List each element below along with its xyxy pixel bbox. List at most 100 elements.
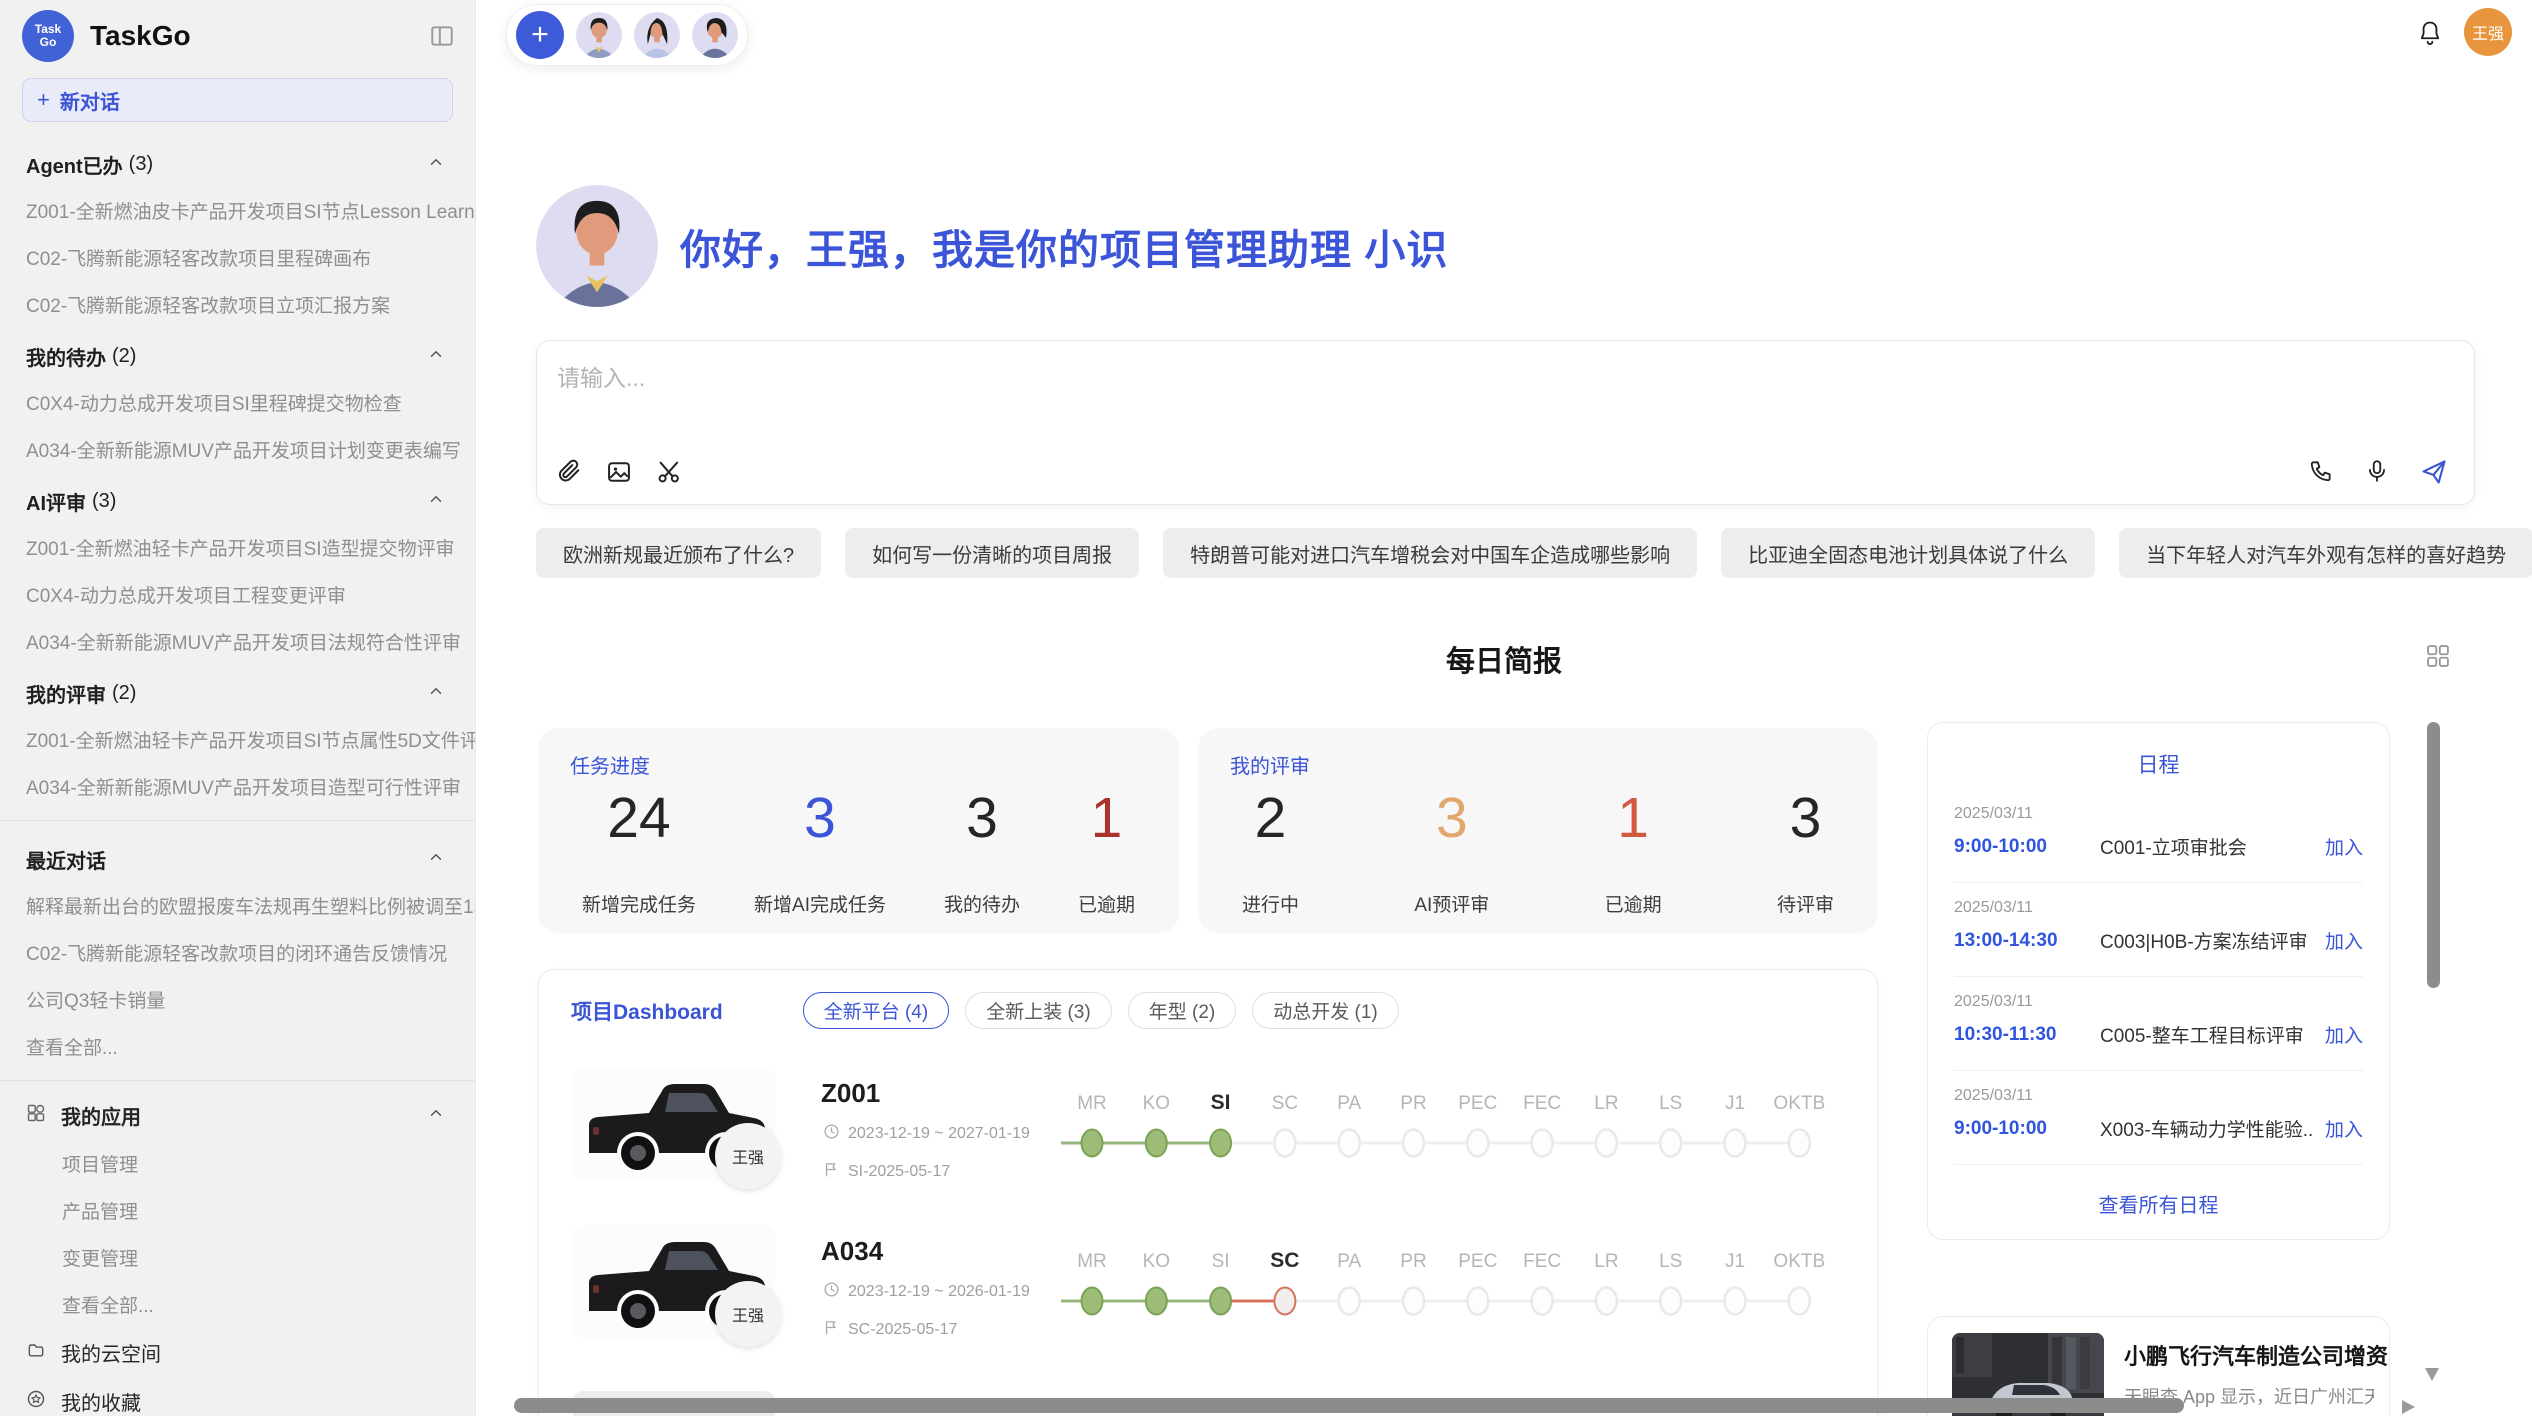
section-count: (3) xyxy=(129,153,153,176)
project-row[interactable]: 王强A0342023-12-19 ~ 2026-01-19SC-2025-05-… xyxy=(539,1217,1878,1375)
project-row[interactable]: 王强Z0012023-12-19 ~ 2027-01-19SI-2025-05-… xyxy=(539,1059,1878,1217)
sidebar-task-item[interactable]: Z001-全新燃油皮卡产品开发项目SI节点Lesson Learn报告 xyxy=(0,187,475,234)
project-code: Z001 xyxy=(821,1078,880,1109)
divider xyxy=(0,1080,475,1081)
sidebar-task-item[interactable]: C02-飞腾新能源轻客改款项目立项汇报方案 xyxy=(0,281,475,328)
dashboard-tab[interactable]: 动总开发 (1) xyxy=(1252,992,1399,1029)
image-icon[interactable] xyxy=(605,458,633,486)
sidebar-app-item[interactable]: 产品管理 xyxy=(0,1187,475,1234)
new-chat-button[interactable]: + 新对话 xyxy=(22,78,453,122)
svg-text:SI: SI xyxy=(1211,1091,1231,1114)
join-meeting-link[interactable]: 加入 xyxy=(2315,927,2363,954)
join-meeting-link[interactable]: 加入 xyxy=(2315,833,2363,860)
svg-text:KO: KO xyxy=(1143,1251,1170,1272)
sidebar-recent-item[interactable]: 公司Q3轻卡销量 xyxy=(0,976,475,1023)
agent-avatar-1[interactable] xyxy=(576,12,622,58)
scissors-icon[interactable] xyxy=(655,458,683,486)
flag-icon xyxy=(823,1161,840,1183)
sidebar-task-item[interactable]: Z001-全新燃油轻卡产品开发项目SI节点属性5D文件评审 xyxy=(0,716,475,763)
dashboard-tab[interactable]: 全新上装 (3) xyxy=(965,992,1112,1029)
stat-value: 3 xyxy=(1436,786,1468,850)
svg-text:PR: PR xyxy=(1400,1251,1426,1272)
sidebar-section-header[interactable]: Agent已办(3) xyxy=(0,136,475,187)
suggestion-chip[interactable]: 欧洲新规最近颁布了什么? xyxy=(536,528,821,578)
stat-columns: 2进行中3AI预评审1已逾期3待评审 xyxy=(1198,786,1878,917)
dashboard-tab[interactable]: 年型 (2) xyxy=(1128,992,1237,1029)
phone-call-icon[interactable] xyxy=(2308,458,2336,486)
daily-briefing-title: 每日简报 xyxy=(476,638,2532,680)
horizontal-scrollbar-arrow[interactable] xyxy=(2402,1400,2415,1414)
chevron-up-icon xyxy=(427,682,445,706)
svg-text:MR: MR xyxy=(1077,1093,1107,1114)
svg-text:PA: PA xyxy=(1337,1093,1361,1114)
clock-icon xyxy=(823,1281,840,1303)
sidebar-cloud-space[interactable]: 我的云空间 xyxy=(0,1328,475,1377)
sidebar-task-item[interactable]: C0X4-动力总成开发项目SI里程碑提交物检查 xyxy=(0,379,475,426)
sidebar-task-item[interactable]: A034-全新新能源MUV产品开发项目造型可行性评审 xyxy=(0,763,475,810)
user-avatar[interactable]: 王强 xyxy=(2464,8,2512,56)
sidebar-app-item[interactable]: 项目管理 xyxy=(0,1140,475,1187)
sidebar-recent-item[interactable]: 解释最新出台的欧盟报废车法规再生塑料比例被调至15%... xyxy=(0,882,475,929)
sidebar-recent-item[interactable]: 查看全部... xyxy=(0,1023,475,1070)
stat-label: AI预评审 xyxy=(1414,890,1489,917)
join-meeting-link[interactable]: 加入 xyxy=(2315,1021,2363,1048)
dashboard-tab[interactable]: 全新平台 (4) xyxy=(803,992,950,1029)
briefing-layout-icon[interactable] xyxy=(2424,642,2452,670)
sidebar-collapse-icon[interactable] xyxy=(429,23,455,49)
sidebar-header: Task Go TaskGo xyxy=(0,0,475,72)
send-icon[interactable] xyxy=(2420,458,2448,486)
project-code: A034 xyxy=(821,1236,883,1267)
new-chat-label: 新对话 xyxy=(60,86,120,115)
agent-avatar-2[interactable] xyxy=(634,12,680,58)
suggestion-chip[interactable]: 特朗普可能对进口汽车增税会对中国车企造成哪些影响 xyxy=(1163,528,1697,578)
svg-text:KO: KO xyxy=(1143,1093,1170,1114)
svg-text:SI: SI xyxy=(1212,1251,1230,1272)
svg-text:PEC: PEC xyxy=(1458,1251,1497,1272)
sidebar-task-item[interactable]: A034-全新新能源MUV产品开发项目计划变更表编写 xyxy=(0,426,475,473)
sidebar-my-apps[interactable]: 我的应用 xyxy=(0,1091,475,1140)
sidebar-content: Agent已办(3)Z001-全新燃油皮卡产品开发项目SI节点Lesson Le… xyxy=(0,136,475,1416)
notifications-bell-icon[interactable] xyxy=(2416,18,2444,48)
sidebar-app-item[interactable]: 变更管理 xyxy=(0,1234,475,1281)
section-count: (2) xyxy=(112,345,136,368)
vertical-scrollbar-thumb[interactable] xyxy=(2427,722,2440,988)
sidebar-task-item[interactable]: C0X4-动力总成开发项目工程变更评审 xyxy=(0,571,475,618)
add-agent-button[interactable]: + xyxy=(516,11,564,59)
project-flag-milestone: SC-2025-05-17 xyxy=(823,1319,957,1341)
suggestion-chip[interactable]: 如何写一份清晰的项目周报 xyxy=(845,528,1139,578)
clock-icon xyxy=(823,1123,840,1145)
sidebar-section-header[interactable]: 我的评审(2) xyxy=(0,665,475,716)
chat-input[interactable] xyxy=(557,359,2437,439)
agent-avatar-3[interactable] xyxy=(692,12,738,58)
schedule-name: C003|H0B-方案冻结评审 xyxy=(2100,927,2315,954)
vertical-scrollbar-arrow[interactable] xyxy=(2425,1368,2439,1381)
sidebar-task-item[interactable]: Z001-全新燃油轻卡产品开发项目SI造型提交物评审 xyxy=(0,524,475,571)
sidebar-recent-header[interactable]: 最近对话 xyxy=(0,831,475,882)
svg-text:J1: J1 xyxy=(1725,1093,1745,1114)
stat-item: 24新增完成任务 xyxy=(582,786,696,917)
plus-icon: + xyxy=(37,87,50,113)
microphone-icon[interactable] xyxy=(2364,458,2392,486)
project-owner-badge: 王强 xyxy=(715,1123,781,1189)
sidebar-recent-item[interactable]: C02-飞腾新能源轻客改款项目的闭环通告反馈情况 xyxy=(0,929,475,976)
schedule-time: 9:00-10:00 xyxy=(1954,1118,2100,1140)
suggestion-chip[interactable]: 比亚迪全固态电池计划具体说了什么 xyxy=(1721,528,2095,578)
sidebar-task-item[interactable]: C02-飞腾新能源轻客改款项目里程碑画布 xyxy=(0,234,475,281)
horizontal-scrollbar-thumb[interactable] xyxy=(514,1398,2184,1413)
view-all-schedule-link[interactable]: 查看所有日程 xyxy=(1928,1189,2389,1218)
join-meeting-link[interactable]: 加入 xyxy=(2315,1115,2363,1142)
svg-text:SC: SC xyxy=(1272,1093,1298,1114)
stat-item: 3新增AI完成任务 xyxy=(754,786,886,917)
svg-text:LR: LR xyxy=(1594,1251,1618,1272)
suggestion-chip[interactable]: 当下年轻人对汽车外观有怎样的喜好趋势 xyxy=(2119,528,2532,578)
taskgo-app: Task Go TaskGo + 新对话 Agent已办(3)Z001-全新燃油… xyxy=(0,0,2532,1416)
composer-attachments xyxy=(555,458,683,486)
sidebar-section-header[interactable]: 我的待办(2) xyxy=(0,328,475,379)
dashboard-header: 项目Dashboard 全新平台 (4)全新上装 (3)年型 (2)动总开发 (… xyxy=(571,992,1399,1029)
section-title: AI评审 xyxy=(26,487,86,516)
sidebar-favorites[interactable]: 我的收藏 xyxy=(0,1377,475,1416)
sidebar-app-item[interactable]: 查看全部... xyxy=(0,1281,475,1328)
paperclip-icon[interactable] xyxy=(555,458,583,486)
sidebar-task-item[interactable]: A034-全新新能源MUV产品开发项目法规符合性评审 xyxy=(0,618,475,665)
sidebar-section-header[interactable]: AI评审(3) xyxy=(0,473,475,524)
